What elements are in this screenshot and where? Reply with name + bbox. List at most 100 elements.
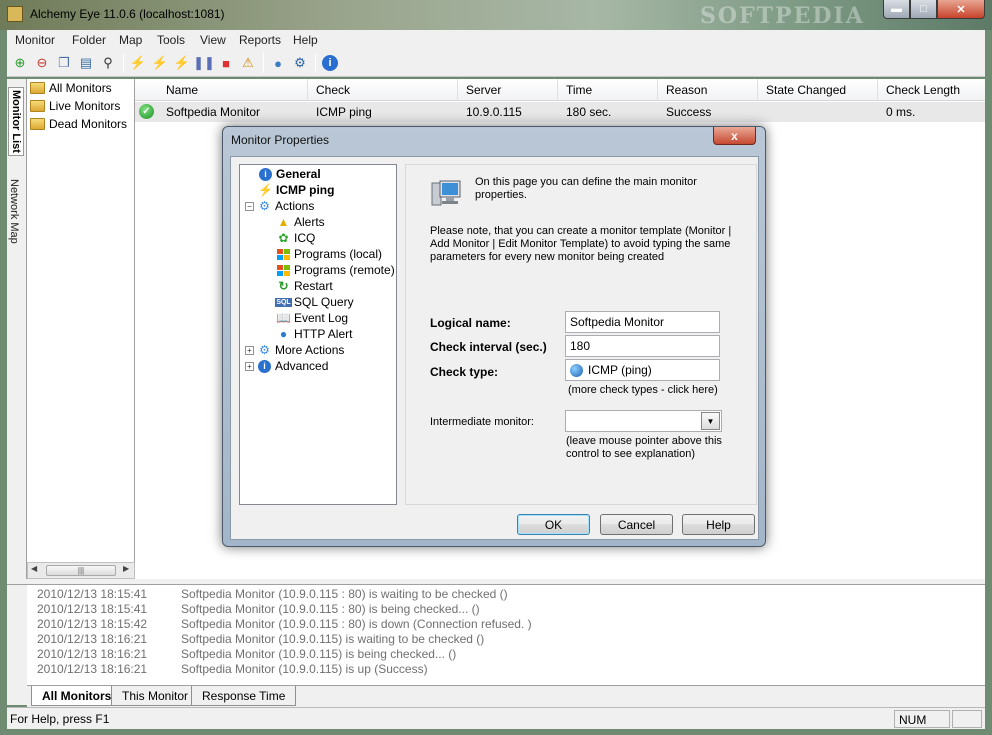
sidebar-item-all-monitors[interactable]: All Monitors [30,79,112,97]
remove-monitor-icon[interactable]: ⊖ [33,54,51,72]
check-now-icon[interactable]: ⚡ [129,54,147,72]
maximize-button[interactable]: □ [910,0,937,19]
app-icon[interactable] [7,6,23,22]
lightning-icon: ⚡ [258,183,273,197]
expand-icon[interactable]: + [245,361,254,371]
log-time: 2010/12/13 18:15:42 [37,617,148,631]
log-tabs: All Monitors This Monitor Response Time [27,685,985,707]
network-icon[interactable]: ● [269,54,287,72]
network-scan-icon[interactable]: ⚙ [291,54,309,72]
general-settings-panel: On this page you can define the main mon… [405,164,757,505]
log-entry[interactable]: 2010/12/13 18:15:41 Softpedia Monitor (10… [37,602,480,616]
tree-item-event-log[interactable]: 📖 Event Log [276,310,348,326]
check-type-field[interactable]: ICMP (ping) [565,359,720,381]
scroll-right-icon[interactable]: ▶ [123,564,129,573]
dialog-close-button[interactable]: x [713,127,756,145]
column-divider[interactable] [757,79,758,101]
help-button[interactable]: Help [682,514,755,535]
tree-item-http-alert[interactable]: ● HTTP Alert [276,326,353,342]
log-time: 2010/12/13 18:16:21 [37,647,148,661]
check-interval-field[interactable]: 180 [565,335,720,357]
tree-item-more-actions[interactable]: + ⚙ More Actions [245,342,344,358]
add-monitor-icon[interactable]: ⊕ [11,54,29,72]
menu-folder[interactable]: Folder [72,33,106,47]
collapse-icon[interactable]: − [245,201,254,211]
stop-icon[interactable]: ■ [217,54,235,72]
expand-icon[interactable]: + [245,345,254,355]
status-panel [952,710,982,728]
chevron-down-icon[interactable]: ▼ [701,412,720,430]
tree-item-sql-query[interactable]: SQL SQL Query [275,294,354,310]
menu-monitor[interactable]: Monitor [15,33,55,47]
scroll-left-icon[interactable]: ◀ [31,564,37,573]
window-title: Alchemy Eye 11.0.6 (localhost:1081) [30,7,225,21]
tab-this-monitor[interactable]: This Monitor [111,686,200,706]
minimize-button[interactable]: ▬ [883,0,910,19]
log-message: Softpedia Monitor (10.9.0.115 : 80) is w… [181,587,508,601]
column-reason[interactable]: Reason [666,83,707,97]
close-button[interactable]: ✕ [937,0,985,19]
tree-item-general[interactable]: i General [258,166,321,182]
menu-map[interactable]: Map [119,33,142,47]
log-entry[interactable]: 2010/12/13 18:15:41 Softpedia Monitor (10… [37,587,508,601]
menu-tools[interactable]: Tools [157,33,185,47]
title-bar[interactable]: Alchemy Eye 11.0.6 (localhost:1081) SOFT… [0,0,992,30]
log-entry[interactable]: 2010/12/13 18:16:21 Softpedia Monitor (10… [37,632,484,646]
log-entry[interactable]: 2010/12/13 18:16:21 Softpedia Monitor (10… [37,647,456,661]
pause-icon[interactable]: ❚❚ [193,54,215,72]
tree-item-icmp-ping[interactable]: ⚡ ICMP ping [258,182,334,198]
windows-icon [276,263,291,277]
alert-icon[interactable]: ⚠ [239,54,257,72]
column-divider[interactable] [557,79,558,101]
copy-monitor-icon[interactable]: ❐ [55,54,73,72]
cell-check: ICMP ping [316,105,372,119]
column-name[interactable]: Name [166,83,198,97]
log-entry[interactable]: 2010/12/13 18:16:21 Softpedia Monitor (10… [37,662,428,676]
column-divider[interactable] [307,79,308,101]
intermediate-monitor-select[interactable]: ▼ [565,410,722,432]
column-divider[interactable] [877,79,878,101]
monitor-properties-icon[interactable]: ▤ [77,54,95,72]
horizontal-scrollbar[interactable]: ◀ ||| ▶ [27,562,135,579]
column-check-length[interactable]: Check Length [886,83,960,97]
tree-item-label: More Actions [275,343,345,357]
tab-monitor-list[interactable]: Monitor List [8,87,24,156]
tree-item-alerts[interactable]: ▲ Alerts [276,214,325,230]
tree-item-advanced[interactable]: + i Advanced [245,358,328,374]
tab-all-monitors[interactable]: All Monitors [31,686,123,706]
tree-item-programs-local[interactable]: Programs (local) [276,246,382,262]
cancel-button[interactable]: Cancel [600,514,673,535]
column-check[interactable]: Check [316,83,350,97]
column-server[interactable]: Server [466,83,501,97]
log-message: Softpedia Monitor (10.9.0.115) is being … [181,647,457,661]
column-state-changed[interactable]: State Changed [766,83,846,97]
log-entry[interactable]: 2010/12/13 18:15:42 Softpedia Monitor (10… [37,617,532,631]
tree-item-actions[interactable]: − ⚙ Actions [245,198,314,214]
sidebar-item-live-monitors[interactable]: Live Monitors [30,97,120,115]
tree-item-restart[interactable]: ↻ Restart [276,278,332,294]
ok-button[interactable]: OK [517,514,590,535]
logical-name-field[interactable]: Softpedia Monitor [565,311,720,333]
about-icon[interactable]: i [321,54,339,72]
column-divider[interactable] [657,79,658,101]
column-divider[interactable] [457,79,458,101]
menu-view[interactable]: View [200,33,226,47]
column-time[interactable]: Time [566,83,592,97]
table-row[interactable]: ✓ Softpedia Monitor ICMP ping 10.9.0.115… [135,102,985,122]
scroll-thumb[interactable]: ||| [46,565,116,576]
tab-response-time[interactable]: Response Time [191,686,297,706]
tab-network-map[interactable]: Network Map [8,179,20,244]
sidebar-item-dead-monitors[interactable]: Dead Monitors [30,115,127,133]
stop-check-icon[interactable]: ⚡ [173,54,191,72]
toolbar: ⊕ ⊖ ❐ ▤ ⚲ ⚡ ⚡ ⚡ ❚❚ ■ ⚠ ● ⚙ i [7,50,985,77]
tree-item-programs-remote[interactable]: Programs (remote) [276,262,395,278]
menu-reports[interactable]: Reports [239,33,281,47]
intermediate-monitor-label: Intermediate monitor: [430,416,534,428]
num-lock-indicator: NUM [894,710,950,728]
more-check-types-link[interactable]: (more check types - click here) [568,384,718,396]
check-all-icon[interactable]: ⚡ [151,54,169,72]
tree-item-icq[interactable]: ✿ ICQ [276,230,315,246]
menu-help[interactable]: Help [293,33,318,47]
tree-item-label: Programs (local) [294,247,383,261]
find-icon[interactable]: ⚲ [99,54,117,72]
